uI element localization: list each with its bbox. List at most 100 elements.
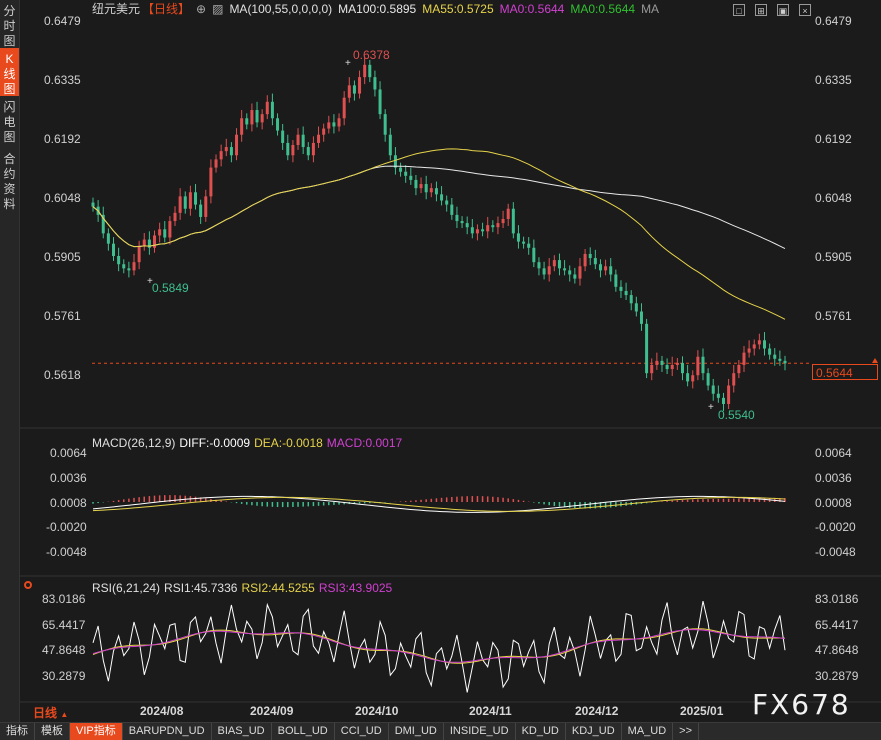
candle-body <box>142 239 146 246</box>
candle-body <box>742 352 746 365</box>
candle-body <box>752 344 756 349</box>
candle-body <box>245 118 249 125</box>
period-selector[interactable]: 日线 ▲ <box>33 704 68 721</box>
candle-body <box>158 229 162 236</box>
candle-body <box>168 221 172 238</box>
macd-axis-left-3: -0.0020 <box>46 520 87 534</box>
candle-body <box>122 264 126 269</box>
date-label-1: 2024/09 <box>250 704 294 718</box>
candle-body <box>358 77 362 94</box>
candle-body <box>173 212 177 222</box>
candle-body <box>291 144 295 156</box>
tab-dmi[interactable]: DMI_UD <box>389 723 444 740</box>
candle-body <box>214 159 218 168</box>
chart-canvas[interactable]: +++ <box>0 0 881 722</box>
rsi-axis-left-2: 47.8648 <box>42 643 86 657</box>
current-price-tag: 0.5644 <box>812 364 878 380</box>
price-axis-right-4: 0.5905 <box>815 250 852 264</box>
candle-body <box>424 184 428 193</box>
candle-body <box>137 245 141 263</box>
watermark-logo: FX678 <box>752 688 851 721</box>
more-tabs-button[interactable]: >> <box>673 723 700 740</box>
price-axis-right-3: 0.6048 <box>815 191 852 205</box>
candle-body <box>434 188 438 195</box>
tab-kd[interactable]: KD_UD <box>516 723 566 740</box>
candle-body <box>414 179 418 189</box>
rsi3-value: RSI3:43.9025 <box>318 581 393 595</box>
rsi1-value: RSI1:45.7336 <box>164 581 238 595</box>
candle-body <box>737 364 741 374</box>
tab-bias[interactable]: BIAS_UD <box>212 723 272 740</box>
candle-body <box>747 348 751 353</box>
candle-body <box>727 385 731 405</box>
macd-dea: DEA:-0.0018 <box>254 436 323 450</box>
candle-body <box>716 393 720 398</box>
macd-value: MACD:0.0017 <box>326 436 403 450</box>
low-marker-icon: + <box>708 402 714 413</box>
tab-kdj[interactable]: KDJ_UD <box>566 723 622 740</box>
tab-templates[interactable]: 模板 <box>35 723 70 740</box>
candle-body <box>460 221 464 224</box>
candle-body <box>106 233 110 244</box>
candle-body <box>188 192 192 209</box>
candle-body <box>342 97 346 119</box>
tab-barupdn[interactable]: BARUPDN_UD <box>123 723 212 740</box>
rsi-axis-right-2: 47.8648 <box>815 643 859 657</box>
candle-body <box>306 147 310 156</box>
price-axis-left-6: 0.5618 <box>44 368 81 382</box>
candle-body <box>506 208 510 219</box>
candle-body <box>270 101 274 119</box>
candle-body <box>311 142 315 156</box>
tab-cci[interactable]: CCI_UD <box>335 723 389 740</box>
candle-body <box>255 110 259 123</box>
candle-body <box>762 340 766 349</box>
candle-body <box>783 360 787 364</box>
candle-body <box>440 194 444 201</box>
candle-body <box>429 188 433 193</box>
macd-axis-left-1: 0.0036 <box>50 471 87 485</box>
candle-body <box>183 196 187 209</box>
period-label: 日线 <box>33 706 58 720</box>
candle-body <box>516 233 520 242</box>
candle-body <box>470 227 474 234</box>
indicator-settings-icon[interactable] <box>24 581 32 589</box>
candle-body <box>322 128 326 135</box>
price-axis-left-2: 0.6192 <box>44 132 81 146</box>
rsi-axis-left-0: 83.0186 <box>42 592 86 606</box>
candle-body <box>91 202 95 207</box>
price-axis-right-5: 0.5761 <box>815 309 852 323</box>
candle-body <box>598 264 602 271</box>
candle-body <box>691 375 695 382</box>
price-axis-right-1: 0.6335 <box>815 73 852 87</box>
macd-axis-left-2: 0.0008 <box>50 496 87 510</box>
candle-body <box>445 200 449 205</box>
tab-inside[interactable]: INSIDE_UD <box>444 723 516 740</box>
candle-body <box>686 373 690 382</box>
candle-body <box>578 266 582 279</box>
candle-body <box>112 243 116 256</box>
tab-vip-indicators[interactable]: VIP指标 <box>70 723 123 740</box>
candle-body <box>670 364 674 370</box>
candle-body <box>645 323 649 374</box>
price-axis-left-5: 0.5761 <box>44 309 81 323</box>
candle-body <box>532 247 536 263</box>
rsi1-line <box>92 600 786 693</box>
tab-ma[interactable]: MA_UD <box>622 723 674 740</box>
rsi-title: RSI(6,21,24) <box>92 581 161 595</box>
tab-indicators[interactable]: 指标 <box>0 723 35 740</box>
price-axis-left-0: 0.6479 <box>44 14 81 28</box>
candle-body <box>368 64 372 78</box>
candle-body <box>557 260 561 269</box>
price-axis-left-4: 0.5905 <box>44 250 81 264</box>
candle-body <box>701 356 705 374</box>
macd-diff: DIFF:-0.0009 <box>179 436 251 450</box>
candle-body <box>680 362 684 374</box>
candle-body <box>583 253 587 267</box>
candle-body <box>593 258 597 265</box>
candle-body <box>204 196 208 217</box>
tab-boll[interactable]: BOLL_UD <box>272 723 335 740</box>
triangle-up-icon: ▲ <box>60 710 69 719</box>
candle-body <box>265 101 269 115</box>
rsi-axis-left-1: 65.4417 <box>42 618 86 632</box>
candle-body <box>542 268 546 275</box>
